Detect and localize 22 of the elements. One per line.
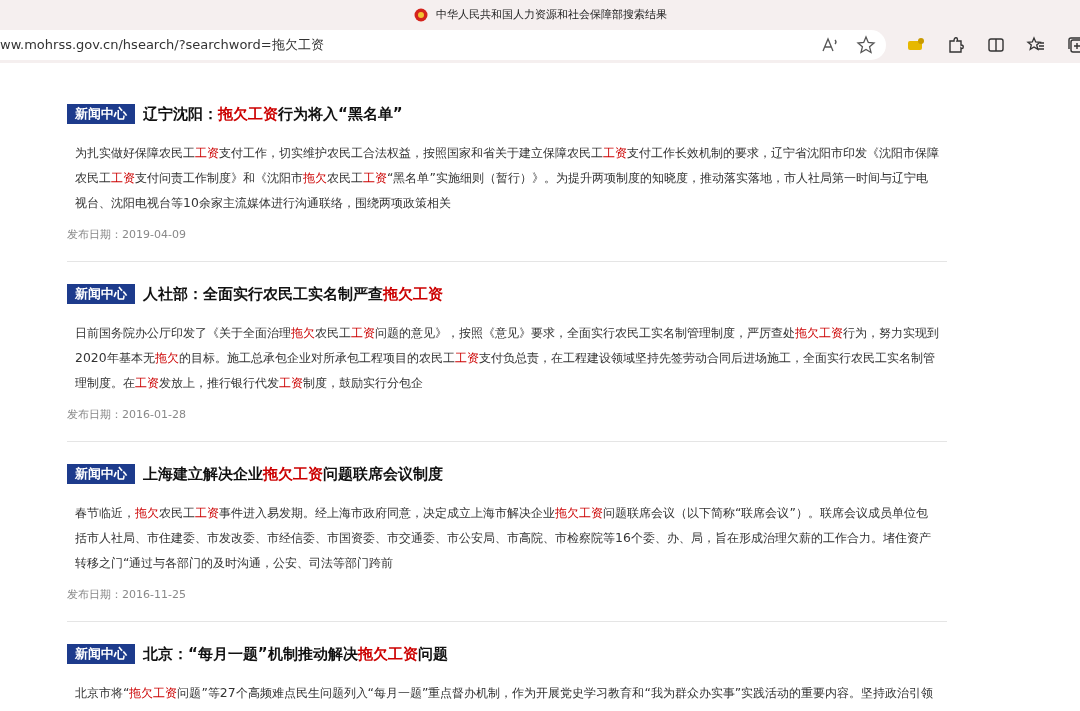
result-summary: 为扎实做好保障农民工工资支付工作，切实维护农民工合法权益，按照国家和省关于建立保障农民工工资支付工作长效机制的要求，辽宁省沈阳市印发《沈阳市保障农民工工资支付问责工作制度》和《沈阳市拖欠农民工工资“黑名单”实施细则（暂行）》。为提升两项制度的知晓度，推动落实落地，市人社局第一时间与辽宁电视台、沈阳电视台等10余家主流媒体进行沟通联络，围绕两项政策相关: [75, 143, 939, 212]
category-badge: 新闻中心: [67, 104, 135, 125]
collections-icon[interactable]: [1066, 35, 1080, 55]
result-title[interactable]: 辽宁沈阳：拖欠工资行为将入“黑名单”: [143, 103, 403, 126]
result-title[interactable]: 上海建立解决企业拖欠工资问题联席会议制度: [143, 463, 443, 486]
split-screen-icon[interactable]: [986, 35, 1006, 55]
publish-date: 发布日期：2016-11-25: [67, 586, 187, 603]
result-title[interactable]: 北京：“每月一题”机制推动解决拖欠工资问题: [143, 643, 448, 666]
address-bar[interactable]: ww.mohrss.gov.cn/hsearch/?searchword=拖欠工资: [0, 30, 886, 60]
emblem-icon: [413, 8, 428, 22]
result-title[interactable]: 人社部：全面实行农民工实名制严查拖欠工资: [143, 283, 443, 306]
publish-date: 发布日期：2019-04-09: [67, 226, 187, 243]
category-badge: 新闻中心: [67, 464, 135, 485]
result-summary: 日前国务院办公厅印发了《关于全面治理拖欠农民工工资问题的意见》，按照《意见》要求，全面实行农民工实名制管理制度，严厉查处拖欠工资行为，努力实现到2020年基本无拖欠的目标。施工总承包企业对所承包工程项目的农民工工资支付负总责，在工程建设领域坚持先签劳动合同后进场施工，全面实行农民工实名制管理制度。在工资发放上，推行银行代发工资制度，鼓励实行分包企: [75, 323, 939, 392]
result-summary: 北京市将“拖欠工资问题”等27个高频难点民生问题列入“每月一题”重点督办机制，作为开展党史学习教育和“我为群众办实事”实践活动的重要内容。坚持政治引领: [75, 683, 935, 702]
result-summary: 春节临近，拖欠农民工工资事件进入易发期。经上海市政府同意，决定成立上海市解决企业拖欠工资问题联席会议（以下简称“联席会议”）。联席会议成员单位包括市人社局、市住建委、市发改委、市经信委、市国资委、市交通委、市公安局、市高院、市检察院等16个委、办、局，旨在形成治理欠薪的工作合力。堵住资产转移之门“通过与各部门的及时沟通，公安、司法等部门跨前: [75, 503, 932, 572]
favorite-icon[interactable]: [856, 35, 876, 55]
window-title: 中华人民共和国人力资源和社会保障部搜索结果: [435, 6, 667, 23]
puzzle-icon[interactable]: [946, 35, 966, 55]
category-badge: 新闻中心: [67, 284, 135, 305]
publish-date: 发布日期：2016-01-28: [67, 406, 187, 423]
category-badge: 新闻中心: [67, 644, 135, 665]
